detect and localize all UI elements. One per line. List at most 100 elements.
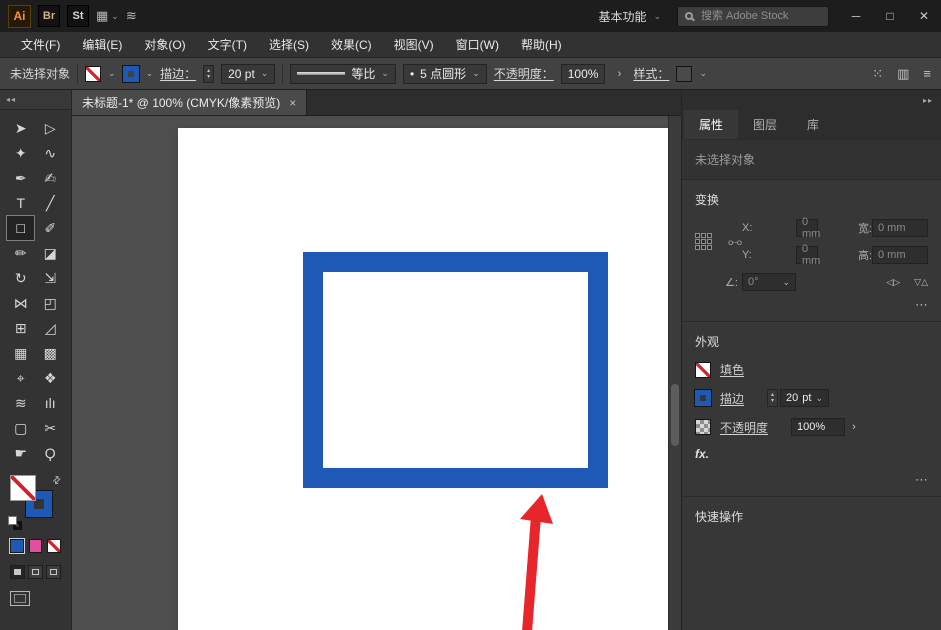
slice-tool[interactable]: ✂ bbox=[37, 416, 64, 440]
artboard-tool[interactable]: ▢ bbox=[7, 416, 34, 440]
link-dimensions-icon[interactable]: ⧟ bbox=[728, 233, 742, 250]
collapse-panel-icon[interactable]: ◂◂ bbox=[6, 95, 16, 104]
style-swatch[interactable] bbox=[676, 65, 693, 82]
stroke-color-swatch[interactable] bbox=[121, 64, 140, 83]
width-field[interactable]: 0 mm bbox=[872, 219, 928, 237]
zoom-tool[interactable]: Ϙ bbox=[37, 441, 64, 465]
arrange-documents-button[interactable]: ▦ ⌄ bbox=[96, 8, 119, 24]
symbol-sprayer-tool[interactable]: ≋ bbox=[7, 391, 34, 415]
fill-label[interactable]: 填色 bbox=[720, 361, 744, 378]
default-fill-icon[interactable] bbox=[8, 516, 17, 525]
style-panel-link[interactable]: 样式： bbox=[633, 65, 669, 82]
stroke-weight-field[interactable]: 20 pt ⌄ bbox=[221, 63, 276, 84]
draw-inside-button[interactable] bbox=[46, 565, 61, 579]
perspective-grid-tool[interactable]: ◿ bbox=[37, 316, 64, 340]
brush-definition-dropdown[interactable]: • 5 点圆形 ⌄ bbox=[402, 63, 487, 84]
stock-search-input[interactable] bbox=[699, 9, 821, 23]
selection-tool[interactable]: ➤ bbox=[7, 116, 34, 140]
screen-mode-button[interactable] bbox=[10, 591, 30, 606]
magic-wand-tool[interactable]: ✦ bbox=[7, 141, 34, 165]
menu-item-file[interactable]: 文件(F) bbox=[10, 36, 71, 53]
y-field[interactable]: 0 mm bbox=[796, 243, 820, 267]
menu-item-edit[interactable]: 编辑(E) bbox=[71, 36, 133, 53]
opacity-field[interactable]: 100% bbox=[560, 63, 606, 84]
width-profile-dropdown[interactable]: 等比 ⌄ bbox=[290, 63, 396, 84]
eyedropper-tool[interactable]: ⌖ bbox=[7, 366, 34, 390]
menu-item-effect[interactable]: 效果(C) bbox=[320, 36, 383, 53]
vertical-scrollbar[interactable] bbox=[668, 116, 681, 630]
panel-tab-layers[interactable]: 图层 bbox=[738, 110, 792, 139]
x-field[interactable]: 0 mm bbox=[796, 216, 820, 240]
pen-tool[interactable]: ✒ bbox=[7, 166, 34, 190]
paintbrush-tool[interactable]: ✐ bbox=[37, 216, 64, 240]
color-button[interactable] bbox=[9, 538, 25, 554]
chevron-down-icon[interactable]: ⌄ bbox=[108, 69, 116, 78]
lasso-tool[interactable]: ∿ bbox=[37, 141, 64, 165]
flip-horizontal-icon[interactable]: ◁▷ bbox=[886, 277, 900, 288]
panel-opacity-label[interactable]: 不透明度 bbox=[720, 419, 768, 436]
stroke-swatch[interactable] bbox=[694, 389, 712, 407]
transform-more-options[interactable]: ⋯ bbox=[695, 297, 928, 313]
width-tool[interactable]: ⋈ bbox=[7, 291, 34, 315]
stroke-weight-stepper[interactable]: ▴ ▾ bbox=[203, 64, 215, 83]
none-button[interactable] bbox=[47, 539, 62, 553]
menu-item-view[interactable]: 视图(V) bbox=[383, 36, 445, 53]
document-tab[interactable]: 未标题-1* @ 100% (CMYK/像素预览) × bbox=[72, 90, 308, 115]
eraser-tool[interactable]: ◪ bbox=[37, 241, 64, 265]
menu-item-object[interactable]: 对象(O) bbox=[133, 36, 196, 53]
column-graph-tool[interactable]: ılı bbox=[37, 391, 64, 415]
tab-close-icon[interactable]: × bbox=[289, 96, 296, 110]
minimize-button[interactable]: ─ bbox=[839, 0, 873, 32]
gesture-button[interactable]: ≋ bbox=[126, 8, 137, 24]
menu-item-type[interactable]: 文字(T) bbox=[197, 36, 258, 53]
appearance-more-options[interactable]: ⋯ bbox=[695, 472, 928, 488]
angle-field[interactable]: 0° ⌄ bbox=[742, 273, 796, 291]
panel-opacity-field[interactable]: 100% bbox=[791, 418, 846, 436]
gradient-tool[interactable]: ▩ bbox=[37, 341, 64, 365]
chevron-down-icon[interactable]: ⌄ bbox=[699, 69, 707, 78]
shaper-tool[interactable]: ✏ bbox=[7, 241, 34, 265]
rotate-tool[interactable]: ↻ bbox=[7, 266, 34, 290]
fill-well[interactable] bbox=[10, 475, 36, 501]
stroke-label[interactable]: 描边 bbox=[720, 390, 744, 407]
gradient-button[interactable] bbox=[28, 539, 43, 553]
fill-swatch[interactable] bbox=[695, 361, 711, 378]
panel-tab-libraries[interactable]: 库 bbox=[792, 110, 834, 139]
direct-selection-tool[interactable]: ▷ bbox=[37, 116, 64, 140]
blend-tool[interactable]: ❖ bbox=[37, 366, 64, 390]
stroke-panel-link[interactable]: 描边： bbox=[160, 65, 196, 82]
opacity-expand-button[interactable]: › bbox=[612, 65, 626, 83]
maximize-button[interactable]: □ bbox=[873, 0, 907, 32]
free-transform-tool[interactable]: ◰ bbox=[37, 291, 64, 315]
scrollbar-thumb[interactable] bbox=[671, 384, 679, 446]
rectangle-tool[interactable]: □ bbox=[6, 215, 36, 241]
hand-tool[interactable]: ☛ bbox=[7, 441, 34, 465]
canvas[interactable] bbox=[72, 116, 681, 630]
draw-behind-button[interactable] bbox=[28, 565, 43, 579]
document-setup-icon[interactable]: ▥ bbox=[897, 66, 909, 82]
panel-tab-properties[interactable]: 属性 bbox=[684, 110, 739, 139]
menu-item-select[interactable]: 选择(S) bbox=[258, 36, 320, 53]
stock-button[interactable]: St bbox=[67, 5, 89, 27]
close-button[interactable]: ✕ bbox=[907, 0, 941, 32]
swap-fill-stroke-icon[interactable]: ⇄ bbox=[50, 474, 64, 488]
menu-item-help[interactable]: 帮助(H) bbox=[510, 36, 573, 53]
scale-tool[interactable]: ⇲ bbox=[37, 266, 64, 290]
bridge-button[interactable]: Br bbox=[38, 5, 60, 27]
control-panel-menu-icon[interactable]: ≡ bbox=[923, 66, 931, 81]
chevron-down-icon[interactable]: ⌄ bbox=[146, 69, 154, 78]
line-segment-tool[interactable]: ╱ bbox=[37, 191, 64, 215]
fill-color-swatch[interactable] bbox=[85, 65, 102, 82]
shape-builder-tool[interactable]: ⊞ bbox=[7, 316, 34, 340]
draw-normal-button[interactable] bbox=[10, 565, 25, 579]
menu-item-window[interactable]: 窗口(W) bbox=[445, 36, 510, 53]
reference-point-icon[interactable] bbox=[695, 233, 725, 250]
flip-vertical-icon[interactable]: ▽△ bbox=[914, 277, 928, 288]
height-field[interactable]: 0 mm bbox=[872, 246, 928, 264]
opacity-panel-link[interactable]: 不透明度： bbox=[494, 65, 554, 82]
opacity-options-button[interactable]: › bbox=[847, 418, 861, 436]
type-tool[interactable]: T bbox=[7, 191, 34, 215]
fx-button[interactable]: fx. bbox=[695, 447, 709, 461]
blue-rectangle-artwork[interactable] bbox=[303, 252, 608, 488]
expand-panel-icon[interactable]: ▸▸ bbox=[923, 96, 933, 105]
